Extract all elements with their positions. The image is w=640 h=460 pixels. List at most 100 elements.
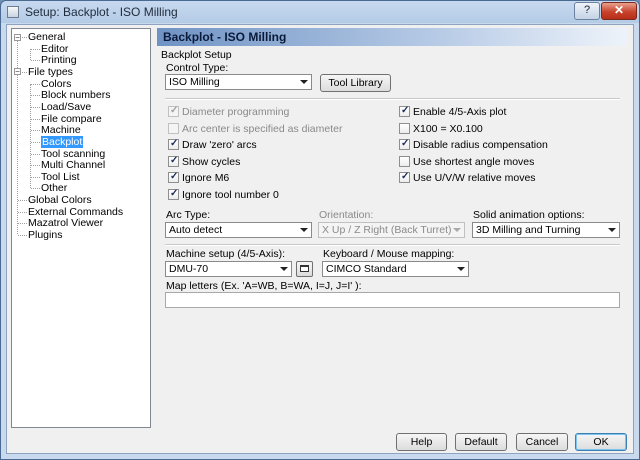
default-button[interactable]: Default — [455, 433, 507, 451]
tree-item[interactable]: External Commands — [28, 206, 123, 218]
tree-item[interactable]: Block numbers — [41, 89, 110, 101]
checkbox-box[interactable] — [399, 170, 410, 183]
machine-setup-select[interactable]: DMU-70 — [165, 261, 292, 277]
tree-item[interactable]: Machine — [41, 124, 81, 136]
tree-item[interactable]: Plugins — [28, 229, 62, 241]
solid-animation-value: 3D Milling and Turning — [476, 224, 581, 236]
machine-setup-value: DMU-70 — [169, 263, 209, 275]
checkbox-label: Draw 'zero' arcs — [182, 139, 257, 151]
checkbox-label: X100 = X0.100 — [413, 122, 483, 135]
tree-line — [31, 106, 40, 108]
tree-item[interactable]: Other — [41, 182, 67, 194]
checkbox-box[interactable] — [168, 137, 179, 150]
checkbox-box[interactable] — [168, 154, 179, 167]
checkbox-box — [168, 122, 179, 134]
tree-line — [31, 165, 40, 167]
checkbox-box[interactable] — [399, 137, 410, 150]
window-title: Setup: Backplot - ISO Milling — [25, 5, 178, 19]
checkbox-label: Ignore tool number 0 — [182, 188, 279, 201]
keyboard-mapping-select[interactable]: CIMCO Standard — [322, 261, 469, 277]
solid-animation-label: Solid animation options: — [473, 209, 585, 221]
tool-library-button[interactable]: Tool Library — [320, 74, 391, 92]
tree-expander-icon[interactable]: − — [14, 68, 21, 76]
checkbox-label: Show cycles — [182, 155, 241, 168]
tree-item[interactable]: Colors — [41, 78, 71, 90]
close-icon[interactable]: ✕ — [601, 2, 637, 20]
tree-line — [18, 200, 27, 202]
tree-item[interactable]: File compare — [41, 113, 102, 125]
tree-line — [17, 36, 18, 235]
tree-line — [31, 95, 40, 97]
help-button[interactable]: Help — [396, 433, 447, 451]
checkbox-label: Use shortest angle moves — [413, 155, 535, 168]
chevron-down-icon — [457, 267, 465, 271]
checkbox-box — [168, 104, 179, 117]
window-icon — [7, 6, 19, 18]
checkbox-label: Arc center is specified as diameter — [182, 122, 343, 135]
arc-type-label: Arc Type: — [166, 209, 211, 221]
checkbox-label: Enable 4/5-Axis plot — [413, 106, 507, 118]
cancel-button[interactable]: Cancel — [516, 433, 568, 451]
separator — [165, 244, 620, 246]
machine-setup-label: Machine setup (4/5-Axis): — [166, 248, 286, 260]
tree-item-label: External Commands — [28, 205, 124, 218]
machine-setup-edit-button[interactable] — [296, 261, 313, 277]
tree-line — [31, 118, 40, 120]
tree-item[interactable]: General — [28, 31, 65, 43]
arc-type-value: Auto detect — [169, 224, 223, 236]
checkbox-box[interactable] — [399, 104, 410, 117]
settings-tree[interactable]: − General Editor Printing − File types Colors B… — [11, 28, 151, 428]
keyboard-mapping-label: Keyboard / Mouse mapping: — [323, 248, 455, 260]
tree-item[interactable]: Mazatrol Viewer — [28, 217, 103, 229]
tree-item[interactable]: Multi Channel — [41, 159, 105, 171]
tree-item[interactable]: Load/Save — [41, 101, 91, 113]
tree-item-label: File types — [28, 65, 73, 78]
tree-item-label: Colors — [41, 77, 72, 90]
tree-line — [18, 211, 27, 213]
tree-item[interactable]: Printing — [41, 54, 77, 66]
tree-item[interactable]: File types — [28, 66, 73, 78]
separator — [165, 98, 620, 100]
tree-line — [31, 60, 40, 62]
tree-item-label: Machine — [41, 124, 81, 137]
tree-line — [31, 83, 40, 85]
checkbox-box[interactable] — [168, 170, 179, 183]
title-bar[interactable]: Setup: Backplot - ISO Milling ? ✕ — [1, 1, 639, 23]
tree-item[interactable]: Global Colors — [28, 194, 92, 206]
tree-item[interactable]: Backplot — [41, 135, 84, 148]
orientation-value: X Up / Z Right (Back Turret) — [322, 224, 452, 236]
chevron-down-icon — [300, 228, 308, 232]
chevron-down-icon — [608, 228, 616, 232]
tree-item[interactable]: Tool scanning — [41, 148, 105, 160]
tree-line — [31, 130, 40, 132]
tree-item-label: File compare — [41, 112, 102, 125]
checkbox-box[interactable] — [399, 155, 410, 167]
tree-line — [18, 235, 27, 237]
checkbox-label: Disable radius compensation — [413, 139, 548, 151]
checkbox-label: Use U/V/W relative moves — [413, 172, 536, 184]
map-letters-label: Map letters (Ex. 'A=WB, B=WA, I=J, J=I' … — [166, 280, 362, 292]
ok-button[interactable]: OK — [575, 433, 627, 451]
tree-line — [31, 153, 40, 155]
solid-animation-select[interactable]: 3D Milling and Turning — [472, 222, 620, 238]
tree-item-label: Global Colors — [28, 194, 92, 207]
tree-expander-icon[interactable]: − — [14, 33, 21, 41]
checkbox-box[interactable] — [168, 187, 179, 200]
window-icon — [300, 265, 309, 272]
arc-type-select[interactable]: Auto detect — [165, 222, 312, 238]
tree-item[interactable]: Editor — [41, 43, 68, 55]
checkbox-box[interactable] — [399, 122, 410, 134]
map-letters-input[interactable] — [165, 292, 620, 308]
tree-line — [30, 83, 31, 189]
tree-item[interactable]: Tool List — [41, 171, 80, 183]
tree-item-label: Mazatrol Viewer — [28, 217, 104, 230]
tree-line — [31, 48, 40, 50]
tree-item-label: Plugins — [28, 229, 63, 242]
tree-item-label: Other — [41, 182, 68, 195]
control-type-value: ISO Milling — [169, 76, 220, 88]
help-title-button[interactable]: ? — [574, 2, 600, 20]
orientation-select: X Up / Z Right (Back Turret) — [318, 222, 465, 238]
control-type-select[interactable]: ISO Milling — [165, 74, 312, 90]
tree-line — [31, 141, 40, 143]
tree-item-label: Printing — [41, 54, 77, 67]
